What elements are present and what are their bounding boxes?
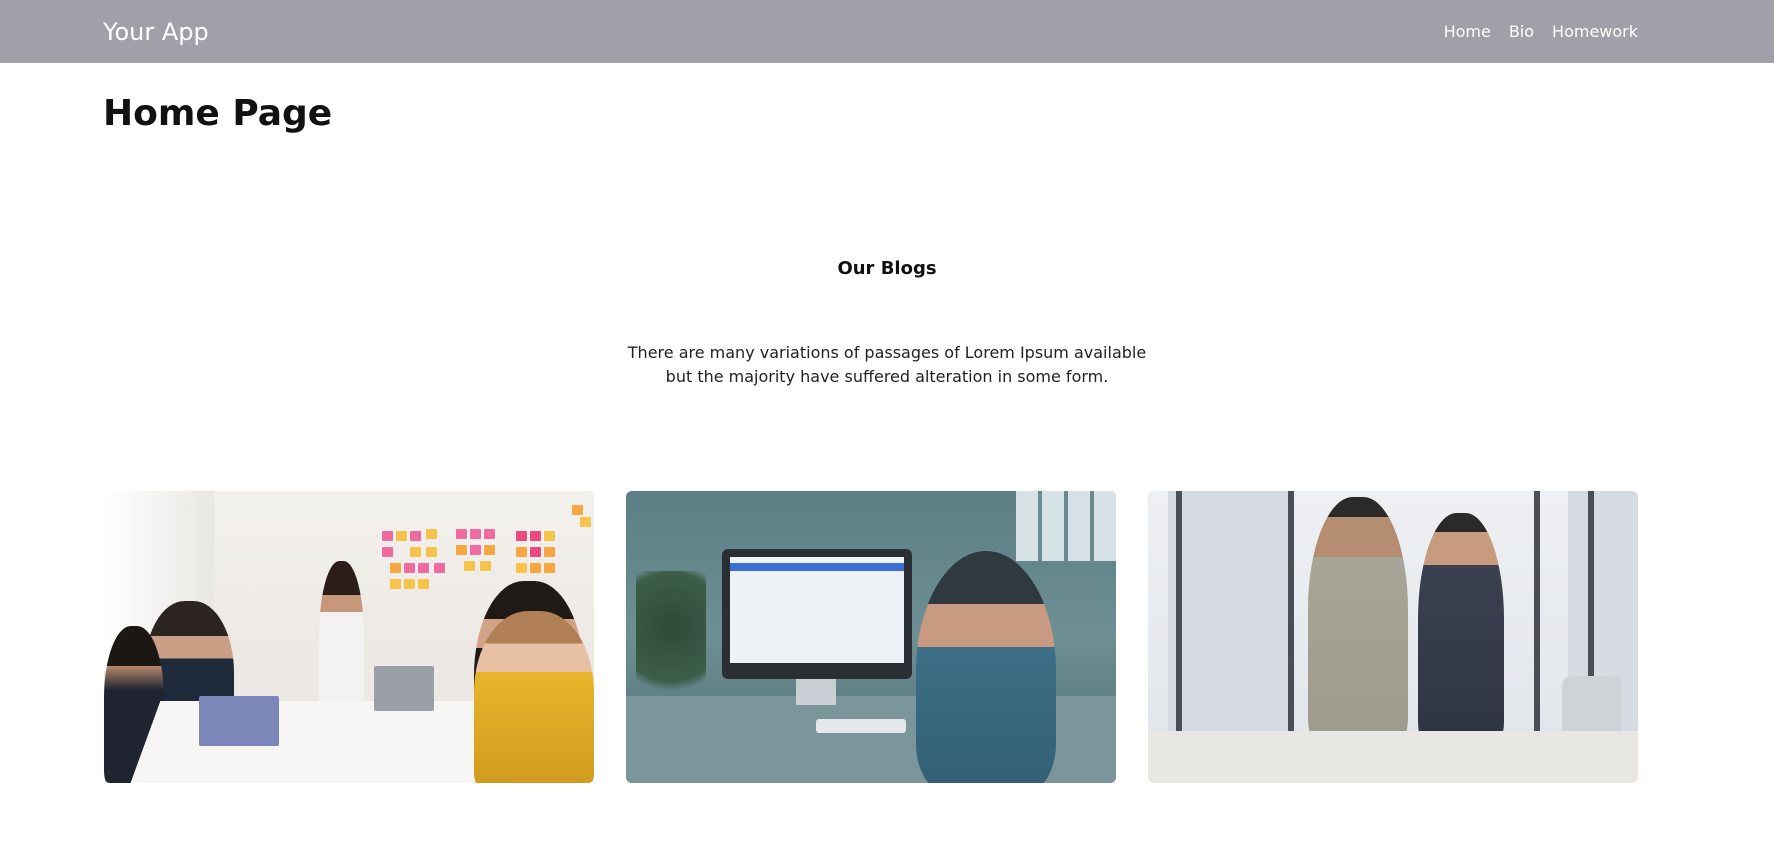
page-title: Home Page — [103, 93, 333, 134]
navbar: Your App Home Bio Homework — [0, 0, 1774, 63]
nav-link-homework[interactable]: Homework — [1552, 22, 1638, 41]
blog-cards — [104, 491, 1638, 783]
nav-links: Home Bio Homework — [1444, 22, 1638, 41]
blog-card-image-desk-worker[interactable] — [626, 491, 1116, 783]
blogs-heading: Our Blogs — [837, 258, 937, 279]
nav-link-bio[interactable]: Bio — [1509, 22, 1534, 41]
blog-card-image-team-meeting[interactable] — [104, 491, 594, 783]
nav-link-home[interactable]: Home — [1444, 22, 1491, 41]
blogs-description: There are many variations of passages of… — [627, 343, 1147, 386]
brand-link[interactable]: Your App — [103, 18, 209, 46]
blog-card-image-business-meeting[interactable] — [1148, 491, 1638, 783]
